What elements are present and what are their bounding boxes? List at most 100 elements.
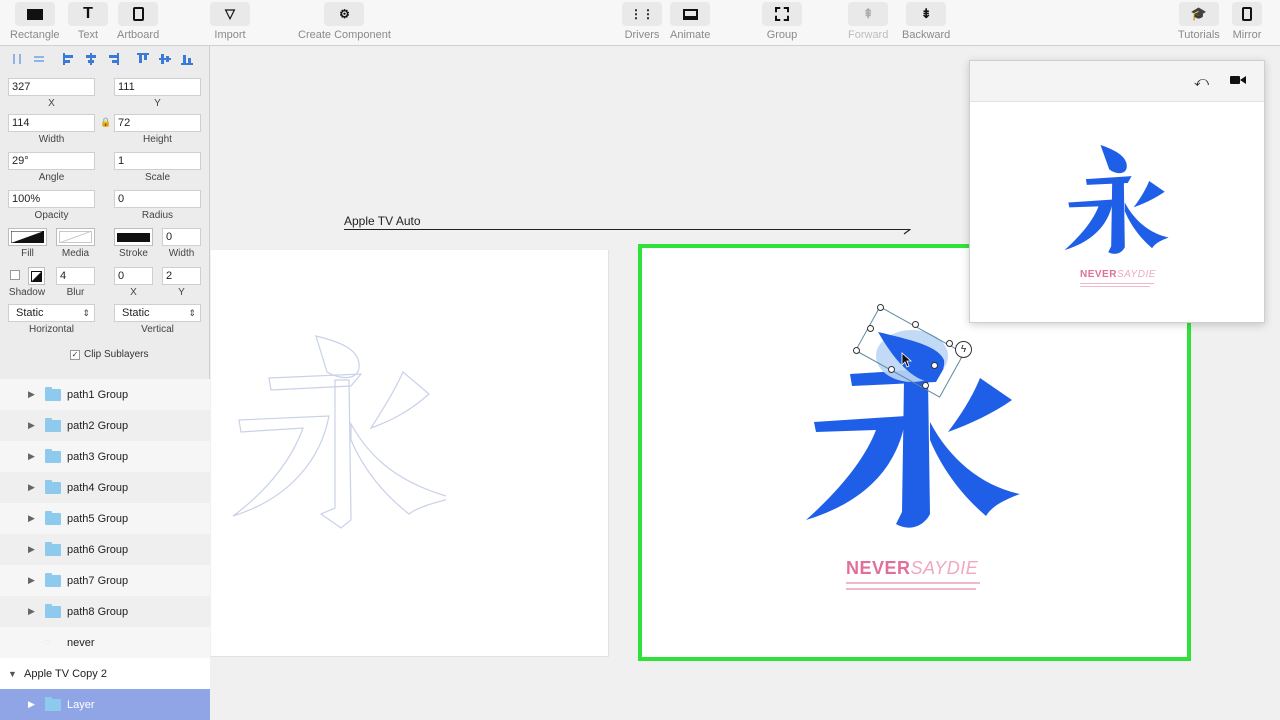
layer-row[interactable]: ▶ path1 Group — [0, 379, 210, 410]
stroke-swatch[interactable] — [114, 228, 153, 246]
resize-handle[interactable] — [912, 321, 919, 328]
fine-print-line — [846, 582, 980, 584]
import-icon: ▽ — [210, 2, 250, 26]
blur-label: Blur — [66, 287, 85, 298]
group-button[interactable]: Group — [762, 2, 802, 41]
disclosure-triangle-icon[interactable]: ▶ — [28, 513, 35, 524]
shadow-color-swatch[interactable] — [28, 267, 45, 285]
shadow-checkbox[interactable] — [10, 270, 20, 280]
import-button[interactable]: ▽ Import — [210, 2, 250, 41]
brand-wordmark: NEVERSAYDIE — [846, 558, 979, 578]
media-swatch[interactable] — [56, 228, 95, 246]
y-field[interactable]: 111 — [114, 78, 201, 96]
cursor-icon — [901, 352, 913, 368]
text-button[interactable]: T Text — [68, 2, 108, 41]
folder-icon — [45, 603, 61, 618]
disclosure-triangle-open-icon[interactable]: ▼ — [8, 669, 17, 679]
undo-icon[interactable]: ⤺ — [1194, 73, 1209, 90]
radius-label: Radius — [141, 210, 174, 221]
opacity-label: Opacity — [34, 210, 69, 221]
create-component-button[interactable]: ⚙ Create Component — [298, 2, 391, 41]
drivers-button[interactable]: ⋮⋮ Drivers — [622, 2, 662, 41]
folder-icon — [45, 448, 61, 463]
folder-icon — [45, 572, 61, 587]
rectangle-icon — [14, 2, 55, 26]
resize-handle[interactable] — [877, 304, 884, 311]
disclosure-triangle-icon[interactable]: ▶ — [28, 389, 35, 400]
lock-icon[interactable]: 🔒 — [100, 117, 111, 128]
align-center-icon[interactable] — [82, 50, 100, 68]
forward-icon: ⇞ — [848, 2, 889, 26]
horizontal-select-value: Static — [16, 307, 44, 319]
layer-row[interactable]: ◌ never — [0, 627, 210, 658]
disclosure-triangle-icon[interactable]: ▶ — [28, 420, 35, 431]
connection-label: Apple TV Auto — [344, 214, 421, 228]
disclosure-triangle-icon[interactable]: ▶ — [28, 544, 35, 555]
layer-row[interactable]: ▶ path2 Group — [0, 410, 210, 441]
x-field[interactable]: 327 — [8, 78, 95, 96]
inspector-sidebar: 327 X 111 Y 114 Width 🔒 72 Height 29° An… — [0, 46, 210, 720]
resize-handle[interactable] — [922, 382, 929, 389]
layer-row[interactable]: ▶ path7 Group — [0, 565, 210, 596]
layer-row[interactable]: ▶ path3 Group — [0, 441, 210, 472]
align-bottom-icon[interactable] — [178, 50, 196, 68]
height-field[interactable]: 72 — [114, 114, 201, 132]
connection-arrow[interactable] — [344, 229, 914, 239]
blur-field[interactable]: 4 — [56, 267, 95, 285]
horizontal-select[interactable]: Static ⇕ — [8, 304, 95, 322]
width-label: Width — [38, 134, 65, 145]
width-field[interactable]: 114 — [8, 114, 95, 132]
align-middle-icon[interactable] — [156, 50, 174, 68]
video-camera-icon[interactable] — [1230, 73, 1246, 89]
align-left-icon[interactable] — [60, 50, 78, 68]
scale-field[interactable]: 1 — [114, 152, 201, 170]
artboard-layer-row[interactable]: ▼ Apple TV Copy 2 — [0, 658, 210, 689]
clip-sublayers-option[interactable]: ✓ Clip Sublayers — [70, 349, 148, 360]
artboard-button[interactable]: Artboard — [117, 2, 159, 41]
preview-window[interactable]: ⤺ NEVERSAYDIE — [969, 60, 1265, 323]
layer-row[interactable]: ▶ path4 Group — [0, 472, 210, 503]
backward-button[interactable]: ⇟ Backward — [902, 2, 950, 41]
preview-fine-print-line — [1080, 283, 1154, 284]
disclosure-triangle-icon[interactable]: ▶ — [28, 606, 35, 617]
radius-field[interactable]: 0 — [114, 190, 201, 208]
align-right-icon[interactable] — [104, 50, 122, 68]
selected-layer-row[interactable]: ▶ Layer — [0, 689, 210, 720]
fill-swatch[interactable] — [8, 228, 47, 246]
layer-row[interactable]: ▶ path6 Group — [0, 534, 210, 565]
disclosure-triangle-icon[interactable]: ▶ — [28, 699, 35, 710]
forward-button[interactable]: ⇞ Forward — [848, 2, 888, 41]
backward-icon: ⇟ — [906, 2, 947, 26]
animate-icon — [670, 2, 711, 26]
resize-handle[interactable] — [888, 366, 895, 373]
resize-handle[interactable] — [853, 347, 860, 354]
distribute-horizontal-icon[interactable] — [8, 50, 26, 68]
clip-sublayers-checkbox[interactable]: ✓ — [70, 349, 80, 360]
angle-field[interactable]: 29° — [8, 152, 95, 170]
vertical-label: Vertical — [141, 324, 174, 335]
opacity-field[interactable]: 100% — [8, 190, 95, 208]
stroke-width-field[interactable]: 0 — [162, 228, 201, 246]
resize-handle[interactable] — [867, 325, 874, 332]
resize-handle[interactable] — [931, 362, 938, 369]
artboard-left[interactable] — [211, 250, 609, 657]
layer-row[interactable]: ▶ path5 Group — [0, 503, 210, 534]
shadow-x-label: X — [130, 287, 137, 298]
lightning-icon[interactable]: ϟ — [955, 341, 972, 358]
resize-handle[interactable] — [946, 340, 953, 347]
distribute-vertical-icon[interactable] — [30, 50, 48, 68]
layer-thumbnail-icon: ◌ — [44, 637, 50, 648]
layer-row[interactable]: ▶ path8 Group — [0, 596, 210, 627]
disclosure-triangle-icon[interactable]: ▶ — [28, 575, 35, 586]
disclosure-triangle-icon[interactable]: ▶ — [28, 482, 35, 493]
preview-glyph — [1064, 145, 1169, 254]
vertical-select[interactable]: Static ⇕ — [114, 304, 201, 322]
tutorials-button[interactable]: 🎓 Tutorials — [1178, 2, 1220, 41]
rectangle-button[interactable]: Rectangle — [10, 2, 60, 41]
align-top-icon[interactable] — [134, 50, 152, 68]
mirror-button[interactable]: Mirror — [1232, 2, 1262, 41]
disclosure-triangle-icon[interactable]: ▶ — [28, 451, 35, 462]
animate-button[interactable]: Animate — [670, 2, 710, 41]
shadow-y-field[interactable]: 2 — [162, 267, 201, 285]
shadow-x-field[interactable]: 0 — [114, 267, 153, 285]
